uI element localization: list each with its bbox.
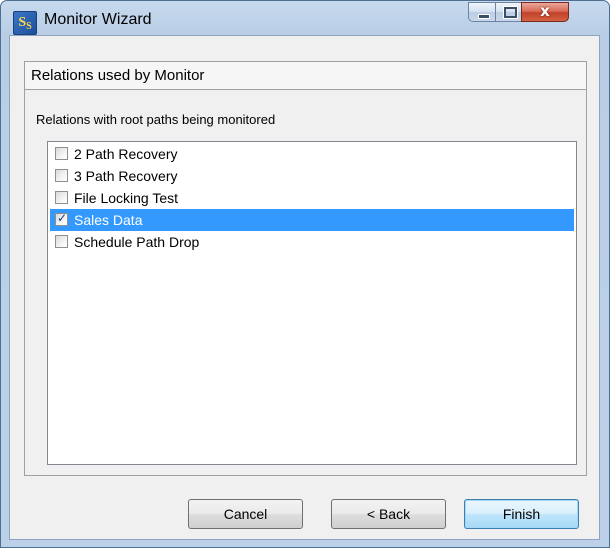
title-bar[interactable]: SS Monitor Wizard x (1, 1, 609, 35)
checkbox[interactable]: ✓ (55, 211, 68, 226)
list-item[interactable]: 2 Path Recovery (50, 143, 574, 165)
section-header: Relations used by Monitor (24, 61, 587, 89)
list-item-label: Sales Data (74, 212, 143, 228)
back-button[interactable]: < Back (331, 499, 446, 529)
checkbox[interactable] (55, 169, 68, 182)
window-title: Monitor Wizard (44, 11, 152, 28)
list-item-label: 3 Path Recovery (74, 168, 178, 184)
list-item[interactable]: File Locking Test (50, 187, 574, 209)
list-item[interactable]: ✓ Sales Data (50, 209, 574, 231)
list-item[interactable]: 3 Path Recovery (50, 165, 574, 187)
checkmark-icon: ✓ (57, 211, 68, 225)
close-icon: x (540, 2, 550, 20)
list-item-label: Schedule Path Drop (74, 234, 200, 250)
minimize-icon (478, 14, 490, 19)
finish-button[interactable]: Finish (464, 499, 579, 529)
close-button[interactable]: x (521, 2, 569, 22)
list-item-label: File Locking Test (74, 190, 179, 206)
relations-listbox[interactable]: 2 Path Recovery 3 Path Recovery File Locki… (47, 141, 577, 465)
minimize-button[interactable] (468, 2, 496, 22)
list-item-label: 2 Path Recovery (74, 146, 178, 162)
wizard-client-area: Relations used by Monitor Relations with… (9, 35, 600, 540)
monitor-wizard-window: SS Monitor Wizard x Relations used by Mo… (0, 0, 610, 548)
maximize-button[interactable] (495, 2, 522, 22)
maximize-icon (503, 6, 518, 19)
checkbox[interactable] (55, 147, 68, 160)
list-caption: Relations with root paths being monitore… (36, 112, 276, 127)
cancel-button[interactable]: Cancel (188, 499, 303, 529)
section-title: Relations used by Monitor (31, 67, 205, 84)
app-icon: SS (13, 11, 37, 35)
checkbox[interactable] (55, 191, 68, 204)
checkbox[interactable] (55, 235, 68, 248)
list-item[interactable]: Schedule Path Drop (50, 231, 574, 253)
